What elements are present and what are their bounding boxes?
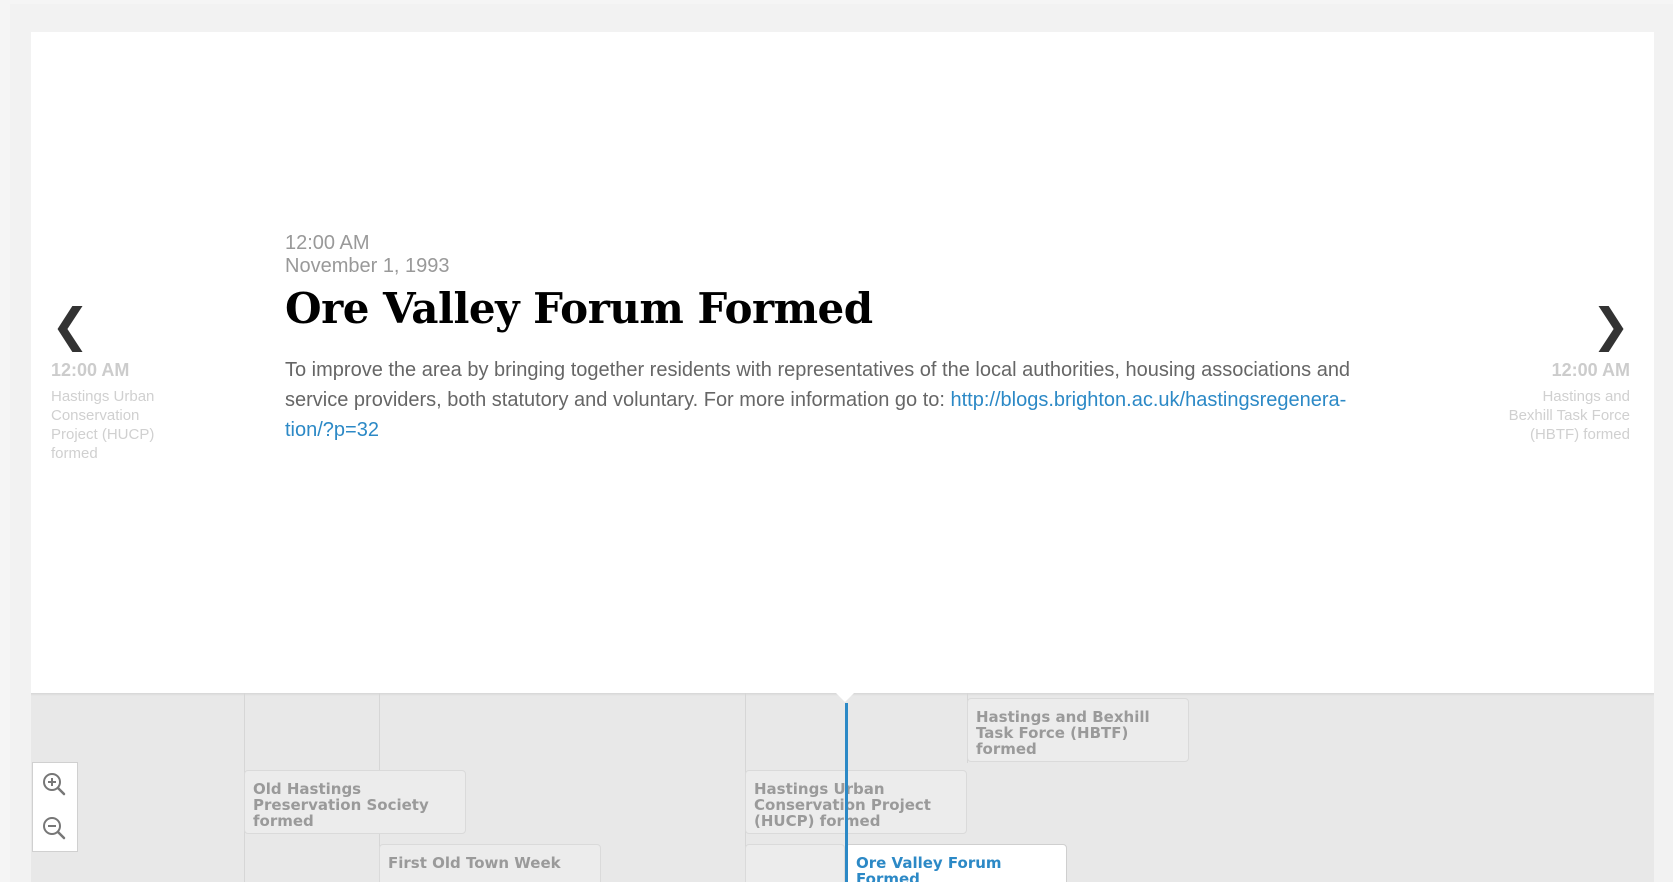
zoom-out-icon[interactable] xyxy=(33,807,77,851)
zoom-in-button[interactable] xyxy=(33,763,77,807)
zoom-out-button[interactable] xyxy=(33,807,77,851)
nav-previous-time[interactable]: 12:00 AM xyxy=(51,360,181,381)
timeline-marker-active[interactable]: Ore Valley Forum Formed xyxy=(845,844,1067,882)
slide-time: 12:00 AM xyxy=(285,232,370,254)
timeline-marker-label[interactable]: Ore Valley Forum Formed xyxy=(856,854,1002,882)
timeline-marker-label[interactable]: Old Hastings Preservation Society formed xyxy=(253,780,429,830)
chevron-left-icon[interactable]: ❮ xyxy=(51,302,181,348)
story-slider: ❮ 12:00 AM Hastings Urban Conservation P… xyxy=(31,32,1654,693)
current-position-line xyxy=(845,703,848,882)
timeline-marker[interactable]: Hastings Urban Conservation Project (HUC… xyxy=(745,770,967,834)
timeline-marker[interactable] xyxy=(745,844,845,882)
timeline-marker[interactable]: Hastings and Bexhill Task Force (HBTF) f… xyxy=(967,698,1189,762)
zoom-in-icon[interactable] xyxy=(33,763,77,807)
timeline-navigator[interactable]: Hastings and Bexhill Task Force (HBTF) f… xyxy=(31,693,1654,882)
nav-next-title[interactable]: Hastings and Bexhill Task Force (HBTF) f… xyxy=(1500,387,1630,444)
timeline-marker[interactable]: Old Hastings Preservation Society formed xyxy=(244,770,466,834)
timeline-marker[interactable]: First Old Town Week xyxy=(379,844,601,882)
timeline-marker-label[interactable]: First Old Town Week xyxy=(388,854,561,872)
slide-headline: Ore Valley Forum Formed xyxy=(285,284,873,333)
nav-previous-title[interactable]: Hastings Urban Conservation Project (HUC… xyxy=(51,387,181,463)
nav-previous[interactable]: ❮ 12:00 AM Hastings Urban Conservation P… xyxy=(51,302,181,463)
slide-content: 12:00 AM November 1, 1993 Ore Valley For… xyxy=(285,232,1385,445)
timeline-marker-label[interactable]: Hastings and Bexhill Task Force (HBTF) f… xyxy=(976,708,1150,758)
nav-next-time[interactable]: 12:00 AM xyxy=(1500,360,1630,381)
timeline-pointer xyxy=(836,693,854,702)
nav-next[interactable]: ❯ 12:00 AM Hastings and Bexhill Task For… xyxy=(1500,302,1630,444)
zoom-controls xyxy=(32,762,78,852)
slide-text: To improve the area by bringing together… xyxy=(285,355,1385,445)
timeline-marker-label[interactable]: Hastings Urban Conservation Project (HUC… xyxy=(754,780,931,830)
slide-date: November 1, 1993 xyxy=(285,255,450,277)
chevron-right-icon[interactable]: ❯ xyxy=(1500,302,1630,348)
